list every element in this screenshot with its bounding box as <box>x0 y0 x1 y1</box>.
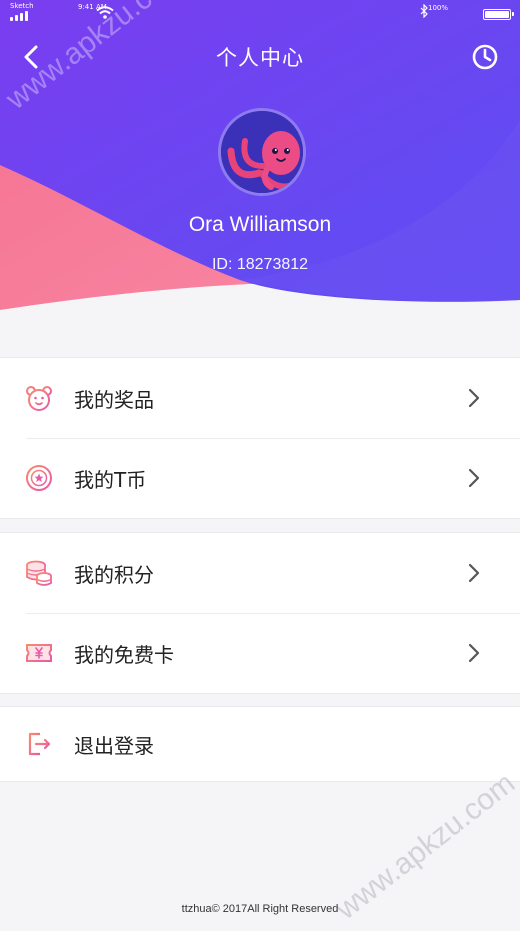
profile-header: Sketch 9:41 AM 100% 个人中心 Ora Williamson … <box>0 0 520 330</box>
wifi-icon <box>96 6 114 22</box>
chevron-right-icon <box>466 468 482 488</box>
octopus-avatar-icon <box>221 111 303 193</box>
chevron-right-icon <box>466 563 482 583</box>
status-bar: Sketch 9:41 AM 100% <box>0 0 520 28</box>
avatar[interactable] <box>218 108 306 196</box>
bear-icon <box>24 383 54 413</box>
user-name: Ora Williamson <box>188 213 332 236</box>
menu-group-points: 我的积分 我的免费卡 <box>0 532 520 694</box>
chevron-right-icon <box>466 643 482 663</box>
menu-item-points[interactable]: 我的积分 <box>0 533 520 613</box>
coin-stack-icon <box>24 558 54 588</box>
user-id: ID: 18273812 <box>211 256 309 273</box>
menu-item-free-cards[interactable]: 我的免费卡 <box>0 613 520 693</box>
logout-icon <box>24 729 54 759</box>
menu-item-label: 我的奖品 <box>74 387 154 412</box>
menu-item-label: 我的T币 <box>74 467 147 492</box>
menu-item-label: 退出登录 <box>74 733 154 758</box>
star-coin-icon <box>24 463 54 493</box>
ticket-icon <box>24 638 54 668</box>
chevron-right-icon <box>466 388 482 408</box>
carrier-label: Sketch <box>10 2 34 10</box>
menu-item-t-coins[interactable]: 我的T币 <box>0 438 520 518</box>
menu-item-logout[interactable]: 退出登录 <box>0 707 520 781</box>
menu-group-account: 退出登录 <box>0 706 520 782</box>
clock-icon <box>472 44 498 70</box>
menu-item-label: 我的积分 <box>74 562 154 587</box>
signal-icon <box>10 11 28 21</box>
bluetooth-icon <box>420 3 428 21</box>
history-button[interactable] <box>468 40 502 74</box>
page-title: 个人中心 <box>216 46 304 70</box>
copyright-footer: ttzhua© 2017All Right Reserved <box>181 903 339 915</box>
battery-percent: 100% <box>428 4 449 12</box>
battery-icon <box>483 9 514 20</box>
menu-item-label: 我的免费卡 <box>74 642 174 667</box>
menu-group-rewards: 我的奖品 我的T币 <box>0 357 520 519</box>
menu-item-prizes[interactable]: 我的奖品 <box>0 358 520 438</box>
